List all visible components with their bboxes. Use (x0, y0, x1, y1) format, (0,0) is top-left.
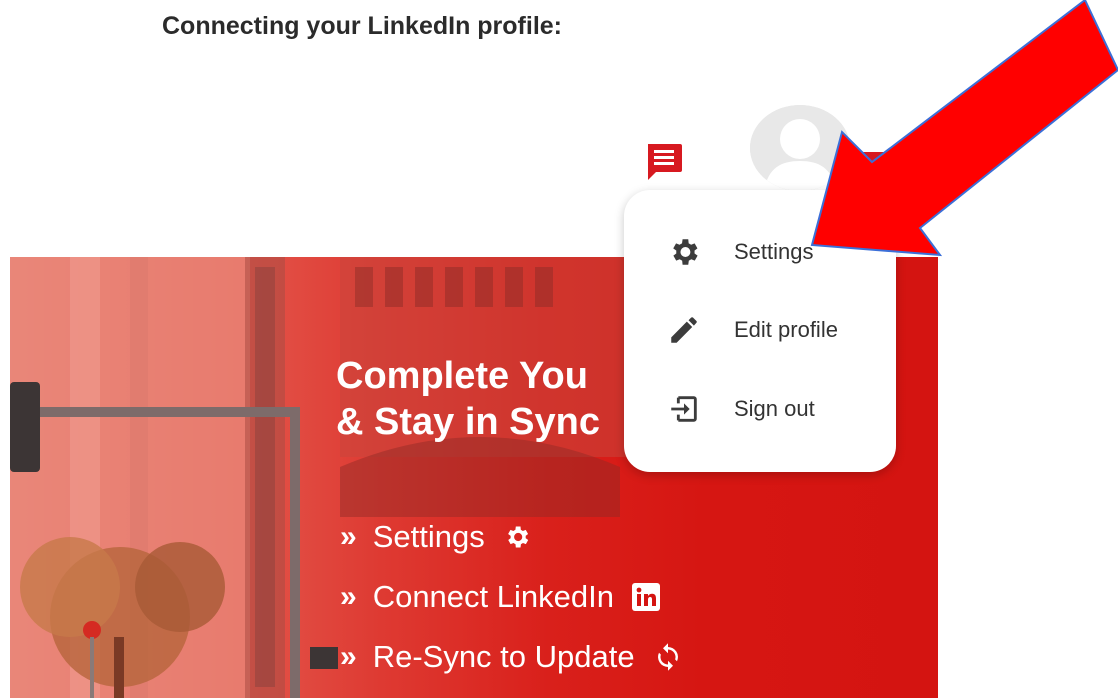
page-heading: Connecting your LinkedIn profile: (162, 12, 562, 40)
step-label: Connect LinkedIn (372, 579, 614, 614)
menu-item-edit-profile[interactable]: Edit profile (624, 300, 896, 360)
chat-bubble-icon[interactable] (644, 140, 686, 184)
menu-item-label: Settings (734, 239, 814, 264)
menu-item-settings[interactable]: Settings (624, 222, 896, 282)
step-settings: » Settings (340, 519, 531, 555)
user-avatar-icon[interactable] (750, 105, 850, 191)
gear-icon (503, 523, 531, 551)
menu-item-label: Sign out (734, 396, 815, 421)
banner-title: Complete You & Stay in Sync (336, 355, 600, 443)
sync-icon (653, 642, 683, 672)
account-dropdown-menu: Settings Edit profile Sign out (624, 190, 896, 472)
linkedin-icon (631, 583, 660, 611)
menu-item-sign-out[interactable]: Sign out (624, 379, 896, 439)
pencil-icon (666, 312, 702, 348)
double-chevron-icon: » (340, 640, 357, 673)
step-label: Re-Sync to Update (372, 639, 635, 674)
menu-item-label: Edit profile (734, 317, 838, 342)
caret-down-icon[interactable] (858, 150, 888, 170)
gear-icon (666, 234, 702, 270)
step-connect-linkedin: » Connect LinkedIn (340, 579, 660, 615)
sign-out-icon (666, 391, 702, 427)
step-resync: » Re-Sync to Update (340, 639, 683, 675)
step-label: Settings (372, 519, 485, 554)
double-chevron-icon: » (340, 520, 357, 553)
double-chevron-icon: » (340, 580, 357, 613)
